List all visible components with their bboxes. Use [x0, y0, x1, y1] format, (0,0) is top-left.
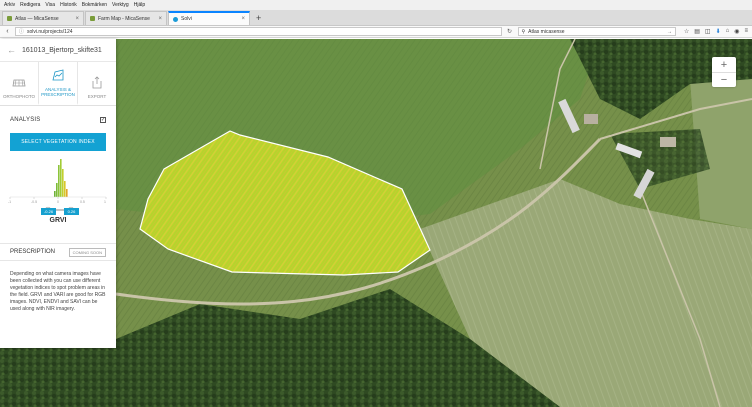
close-tab-icon[interactable]: × [158, 16, 162, 22]
home-icon[interactable]: ⌂ [726, 28, 730, 35]
navigation-bar: ‹ ⓘ solvi.nu/projects/124 ↻ ⚲ Atlas mica… [0, 26, 752, 38]
orthophoto-icon [12, 79, 26, 87]
histogram-bar [58, 165, 60, 197]
prescription-row: PRESCRIPTION COMING SOON [0, 243, 116, 261]
menu-bokmarken[interactable]: Bokmärken [82, 2, 107, 8]
hamburger-menu-icon[interactable]: ≡ [744, 28, 748, 35]
menu-hjalp[interactable]: Hjälp [134, 2, 145, 8]
histogram-bar [66, 189, 68, 197]
prescription-label: PRESCRIPTION [10, 249, 56, 255]
analysis-label: ANALYSIS [10, 117, 41, 123]
tick-label: 0.5 [80, 200, 85, 204]
tab-title: Solvi [181, 16, 192, 22]
tick-label: 0 [57, 200, 59, 204]
bookmark-star-icon[interactable]: ☆ [684, 28, 689, 35]
histogram-bar [64, 181, 66, 197]
tab-export[interactable]: EXPORT [78, 62, 116, 105]
vegetation-index-description: Depending on what camera images have bee… [10, 271, 106, 312]
tab-analysis-prescription[interactable]: ANALYSIS & PRESCRIPTION [38, 62, 78, 105]
tab-bar: Atlas — MicaSense × Farm Map - MicaSense… [0, 10, 752, 26]
tab-label: ORTHOPHOTO [2, 94, 36, 99]
menu-visa[interactable]: Visa [45, 2, 55, 8]
download-icon[interactable]: ⬇ [716, 28, 721, 35]
url-bar[interactable]: ⓘ solvi.nu/projects/124 [14, 27, 502, 36]
tab-label: ANALYSIS & PRESCRIPTION [41, 87, 75, 97]
histogram-bar [60, 159, 62, 197]
analysis-checkbox[interactable]: ✓ [100, 117, 106, 123]
histogram-bar [54, 191, 56, 197]
micasense-favicon-icon [90, 16, 95, 21]
zoom-in-button[interactable]: + [712, 57, 736, 72]
site-info-icon[interactable]: ⓘ [19, 28, 24, 35]
tab-title: Atlas — MicaSense [15, 15, 59, 22]
extension-icon[interactable]: ◉ [734, 28, 739, 35]
tick-label: -0.5 [31, 200, 38, 204]
micasense-favicon-icon [7, 16, 12, 21]
panel-tabs: ORTHOPHOTO ANALYSIS & PRESCRIPTION EXPOR… [0, 62, 116, 106]
range-max-label: 0.26 [64, 208, 79, 215]
range-min-label: -0.26 [41, 208, 56, 215]
vegetation-index-name: GRVI [49, 217, 67, 224]
tab-title: Farm Map - MicaSense [98, 15, 150, 22]
coming-soon-badge: COMING SOON [68, 247, 106, 257]
select-vegetation-index-button[interactable]: SELECT VEGETATION INDEX [10, 133, 106, 151]
histogram: -1 -0.5 0 0.5 1 -0.26 0.26 GRVI [0, 155, 116, 243]
histogram-chart [9, 159, 107, 214]
tab-orthophoto[interactable]: ORTHOPHOTO [0, 62, 38, 105]
library-icon[interactable]: ▤ [694, 28, 700, 35]
close-tab-icon[interactable]: × [241, 16, 245, 22]
project-header: ← 161013_Bjertorp_skifte31 [0, 39, 116, 62]
analysis-row: ANALYSIS ✓ [0, 111, 116, 129]
search-go-icon[interactable]: → [667, 29, 672, 35]
tick-label: -1 [8, 200, 12, 204]
new-tab-button[interactable]: + [251, 11, 266, 25]
url-text[interactable]: solvi.nu/projects/124 [27, 29, 73, 35]
histogram-bar [62, 169, 64, 197]
search-value[interactable]: Atlas micasense [528, 29, 664, 35]
menu-redigera[interactable]: Redigera [20, 2, 40, 8]
search-input[interactable]: ⚲ Atlas micasense → [517, 27, 676, 36]
search-icon: ⚲ [521, 28, 526, 35]
menu-bar: Arkiv Redigera Visa Historik Bokmärken V… [0, 0, 752, 10]
browser-tab-farm-map[interactable]: Farm Map - MicaSense × [85, 11, 167, 25]
analysis-icon [52, 69, 64, 81]
reload-icon[interactable]: ↻ [506, 28, 514, 35]
tab-label: EXPORT [87, 94, 107, 99]
tick-label: 1 [104, 200, 106, 204]
back-icon[interactable]: ‹ [4, 28, 11, 35]
menu-historik[interactable]: Historik [60, 2, 77, 8]
zoom-control: + − [712, 57, 736, 87]
pocket-icon[interactable]: ◫ [705, 28, 711, 35]
zoom-out-button[interactable]: − [712, 72, 736, 87]
menu-verktyg[interactable]: Verktyg [112, 2, 129, 8]
browser-tab-solvi[interactable]: Solvi × [168, 11, 250, 25]
project-title: 161013_Bjertorp_skifte31 [22, 46, 102, 54]
arrow-left-icon[interactable]: ← [7, 45, 16, 55]
solvi-favicon-icon [173, 16, 178, 22]
project-side-panel: ← 161013_Bjertorp_skifte31 ORTHOPHOTO AN… [0, 39, 116, 348]
browser-tab-atlas[interactable]: Atlas — MicaSense × [2, 11, 84, 25]
histogram-bar [56, 183, 58, 197]
menu-arkiv[interactable]: Arkiv [4, 2, 15, 8]
export-icon [92, 76, 102, 89]
close-tab-icon[interactable]: × [75, 16, 79, 22]
